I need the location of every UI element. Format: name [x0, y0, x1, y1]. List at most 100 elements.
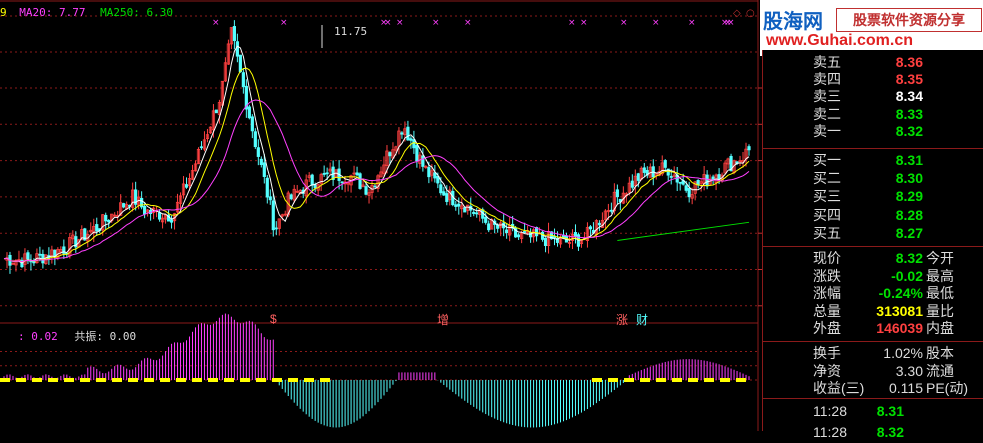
separator-line — [763, 246, 983, 247]
candle-body — [439, 184, 443, 194]
indicator-band-block — [288, 378, 298, 382]
signal-x-marker: × — [212, 18, 220, 28]
candle-body — [268, 196, 272, 201]
candle-body — [400, 132, 404, 135]
candle-body — [475, 212, 479, 215]
candle-body — [262, 162, 266, 177]
candle-body — [364, 186, 368, 195]
signal-x-marker: × — [688, 18, 696, 28]
candle-body — [157, 212, 162, 220]
indicator-band-block — [208, 378, 218, 382]
indicator-band-block — [160, 378, 170, 382]
indicator-band-block — [144, 378, 154, 382]
ma-legend: 9 MA20: 7.77 MA250: 6.30 — [0, 6, 173, 19]
candle-body — [388, 152, 392, 157]
logo-brand: 股海网 — [763, 9, 823, 33]
indicator-band-block — [720, 378, 730, 382]
candle-body — [678, 181, 682, 184]
ma5-line — [3, 45, 750, 264]
ask-label: 卖一 — [813, 122, 841, 139]
candle-body — [235, 41, 239, 57]
indicator-band-block — [672, 378, 682, 382]
separator-line — [763, 398, 983, 399]
candle-body — [289, 194, 293, 200]
signal-x-marker: × — [727, 18, 735, 28]
candle-body — [663, 160, 667, 168]
stat-label: 外盘 — [813, 320, 841, 337]
indicator-band-block — [304, 378, 314, 382]
indicator-band-block — [16, 378, 26, 382]
candle-body — [684, 185, 688, 191]
candle-body — [717, 174, 721, 180]
candle-body — [358, 173, 362, 189]
separator-line — [763, 148, 983, 149]
bid-price: 8.27 — [895, 224, 923, 241]
candle-body — [669, 175, 673, 178]
candle-body — [588, 226, 593, 230]
candle-body — [457, 203, 461, 207]
candle-body — [609, 209, 613, 212]
signal-x-marker: × — [280, 18, 288, 28]
indicator-band-block — [272, 378, 282, 382]
signal-x-marker: × — [568, 18, 576, 28]
candle-body — [421, 155, 425, 167]
bid-label: 买五 — [813, 224, 841, 241]
stat2-row: 收益(三) 0.115 PE(动) — [763, 378, 983, 399]
candle-body — [687, 187, 691, 198]
candle-body — [271, 200, 275, 231]
candle-body — [256, 147, 260, 157]
high-price-marker: 11.75 — [334, 25, 368, 38]
watermark-logo: 股海网 股票软件资源分享 www.Guhai.com.cn — [760, 0, 983, 56]
candle-body — [340, 181, 344, 184]
indicator-band-block — [656, 378, 666, 382]
candle-body — [250, 116, 254, 132]
candle-body — [238, 54, 242, 73]
indicator-band-block — [80, 378, 90, 382]
stat-label-2: 内盘 — [926, 320, 954, 337]
ask-price: 8.32 — [895, 122, 923, 139]
stat-value: 146039 — [876, 320, 923, 337]
candle-body — [523, 231, 527, 233]
quote-panel: 卖五 8.36 卖四 8.35 卖三 8.34 卖二 8.33 卖一 8.32 买一 8.31 买二 8.… — [762, 50, 983, 440]
candle-body — [184, 184, 189, 188]
signal-dollar: $ — [270, 312, 277, 326]
tick-price: 8.32 — [876, 424, 904, 440]
logo-url: www.Guhai.com.cn — [766, 32, 913, 49]
tick-price: 8.31 — [876, 403, 904, 419]
stat2-value: 0.115 — [889, 380, 923, 396]
signal-x-marker: × — [652, 18, 660, 28]
indicator-value: : 0.02 — [18, 330, 58, 343]
candle-body — [747, 146, 751, 151]
candle-body — [636, 173, 640, 181]
candle-body — [140, 197, 144, 208]
indicator-band-block — [64, 378, 74, 382]
logo-slogan: 股票软件资源分享 — [836, 8, 982, 32]
candle-body — [199, 146, 204, 149]
indicator-band-block — [96, 378, 106, 382]
indicator-band-block — [112, 378, 122, 382]
candle-body — [259, 158, 263, 165]
indicator-band-block — [256, 378, 266, 382]
candle-body — [433, 172, 437, 179]
indicator-band-block — [704, 378, 714, 382]
indicator-band-block — [176, 378, 186, 382]
indicator-band-block — [192, 378, 202, 382]
indicator-band-block — [736, 378, 746, 382]
ask-row: 卖一 8.32 — [763, 121, 983, 142]
candle-body — [442, 191, 446, 196]
candle-body — [463, 207, 467, 213]
candle-body — [427, 167, 431, 178]
candle-body — [325, 172, 329, 175]
tick-time: 11:28 — [813, 403, 847, 419]
candle-body — [487, 223, 491, 231]
candle-body — [409, 138, 413, 141]
candle-body — [38, 253, 42, 256]
candle-body — [472, 211, 476, 214]
candle-body — [169, 219, 174, 223]
candle-body — [122, 203, 126, 208]
indicator-band-block — [688, 378, 698, 382]
candle-body — [505, 229, 509, 234]
candle-body — [247, 106, 251, 119]
indicator-band-block — [240, 378, 250, 382]
stat2-label-2: PE(动) — [926, 380, 968, 396]
